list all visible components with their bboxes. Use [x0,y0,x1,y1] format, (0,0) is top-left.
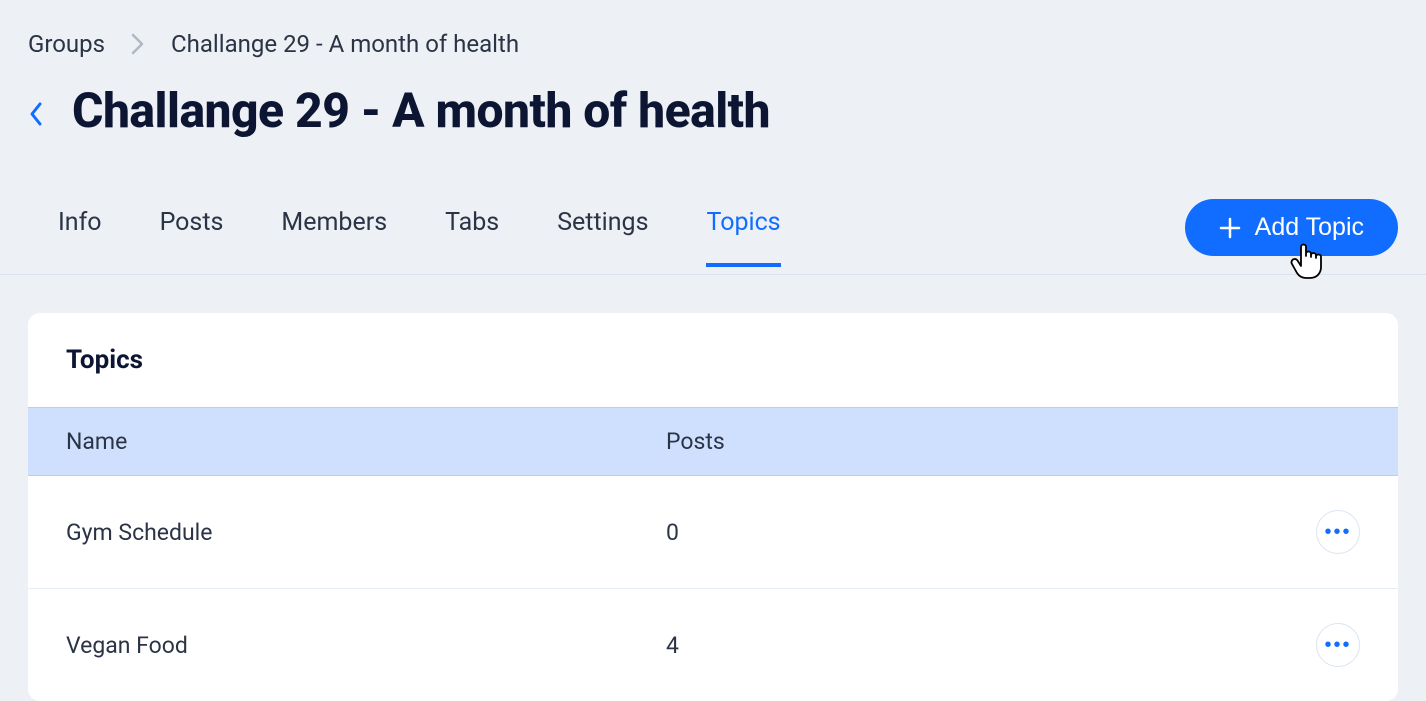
plus-icon [1219,217,1241,239]
tab-settings[interactable]: Settings [557,208,648,267]
cursor-hand-icon [1290,243,1322,286]
add-topic-label: Add Topic [1255,213,1364,242]
page-title: Challange 29 - A month of health [72,82,770,139]
topic-name: Vegan Food [66,632,666,659]
topic-posts: 0 [666,519,1300,546]
tab-info[interactable]: Info [58,208,102,267]
tabs: Info Posts Members Tabs Settings Topics [28,208,781,266]
breadcrumb-parent[interactable]: Groups [28,30,105,58]
topic-posts: 4 [666,632,1300,659]
tab-posts[interactable]: Posts [160,208,224,267]
column-header-name: Name [66,428,666,455]
more-button[interactable]: ••• [1316,510,1360,554]
tab-members[interactable]: Members [281,208,387,267]
back-button[interactable] [28,95,44,127]
table-row[interactable]: Vegan Food 4 ••• [28,589,1398,701]
dots-horizontal-icon: ••• [1324,634,1351,657]
dots-horizontal-icon: ••• [1324,521,1351,544]
topics-panel: Topics Name Posts Gym Schedule 0 ••• Veg… [28,313,1398,701]
column-header-posts: Posts [666,428,1300,455]
tab-topics[interactable]: Topics [706,208,780,267]
table-row[interactable]: Gym Schedule 0 ••• [28,476,1398,589]
topic-name: Gym Schedule [66,519,666,546]
tab-tabs[interactable]: Tabs [445,208,499,267]
chevron-right-icon [131,33,145,55]
breadcrumb-current: Challange 29 - A month of health [171,30,519,58]
tabs-row: Info Posts Members Tabs Settings Topics … [0,139,1426,275]
chevron-left-icon [28,101,44,127]
panel-title: Topics [28,313,1398,407]
breadcrumb: Groups Challange 29 - A month of health [0,0,1426,58]
table-header: Name Posts [28,407,1398,476]
add-topic-button[interactable]: Add Topic [1185,199,1398,256]
more-button[interactable]: ••• [1316,623,1360,667]
title-row: Challange 29 - A month of health [0,58,1426,139]
